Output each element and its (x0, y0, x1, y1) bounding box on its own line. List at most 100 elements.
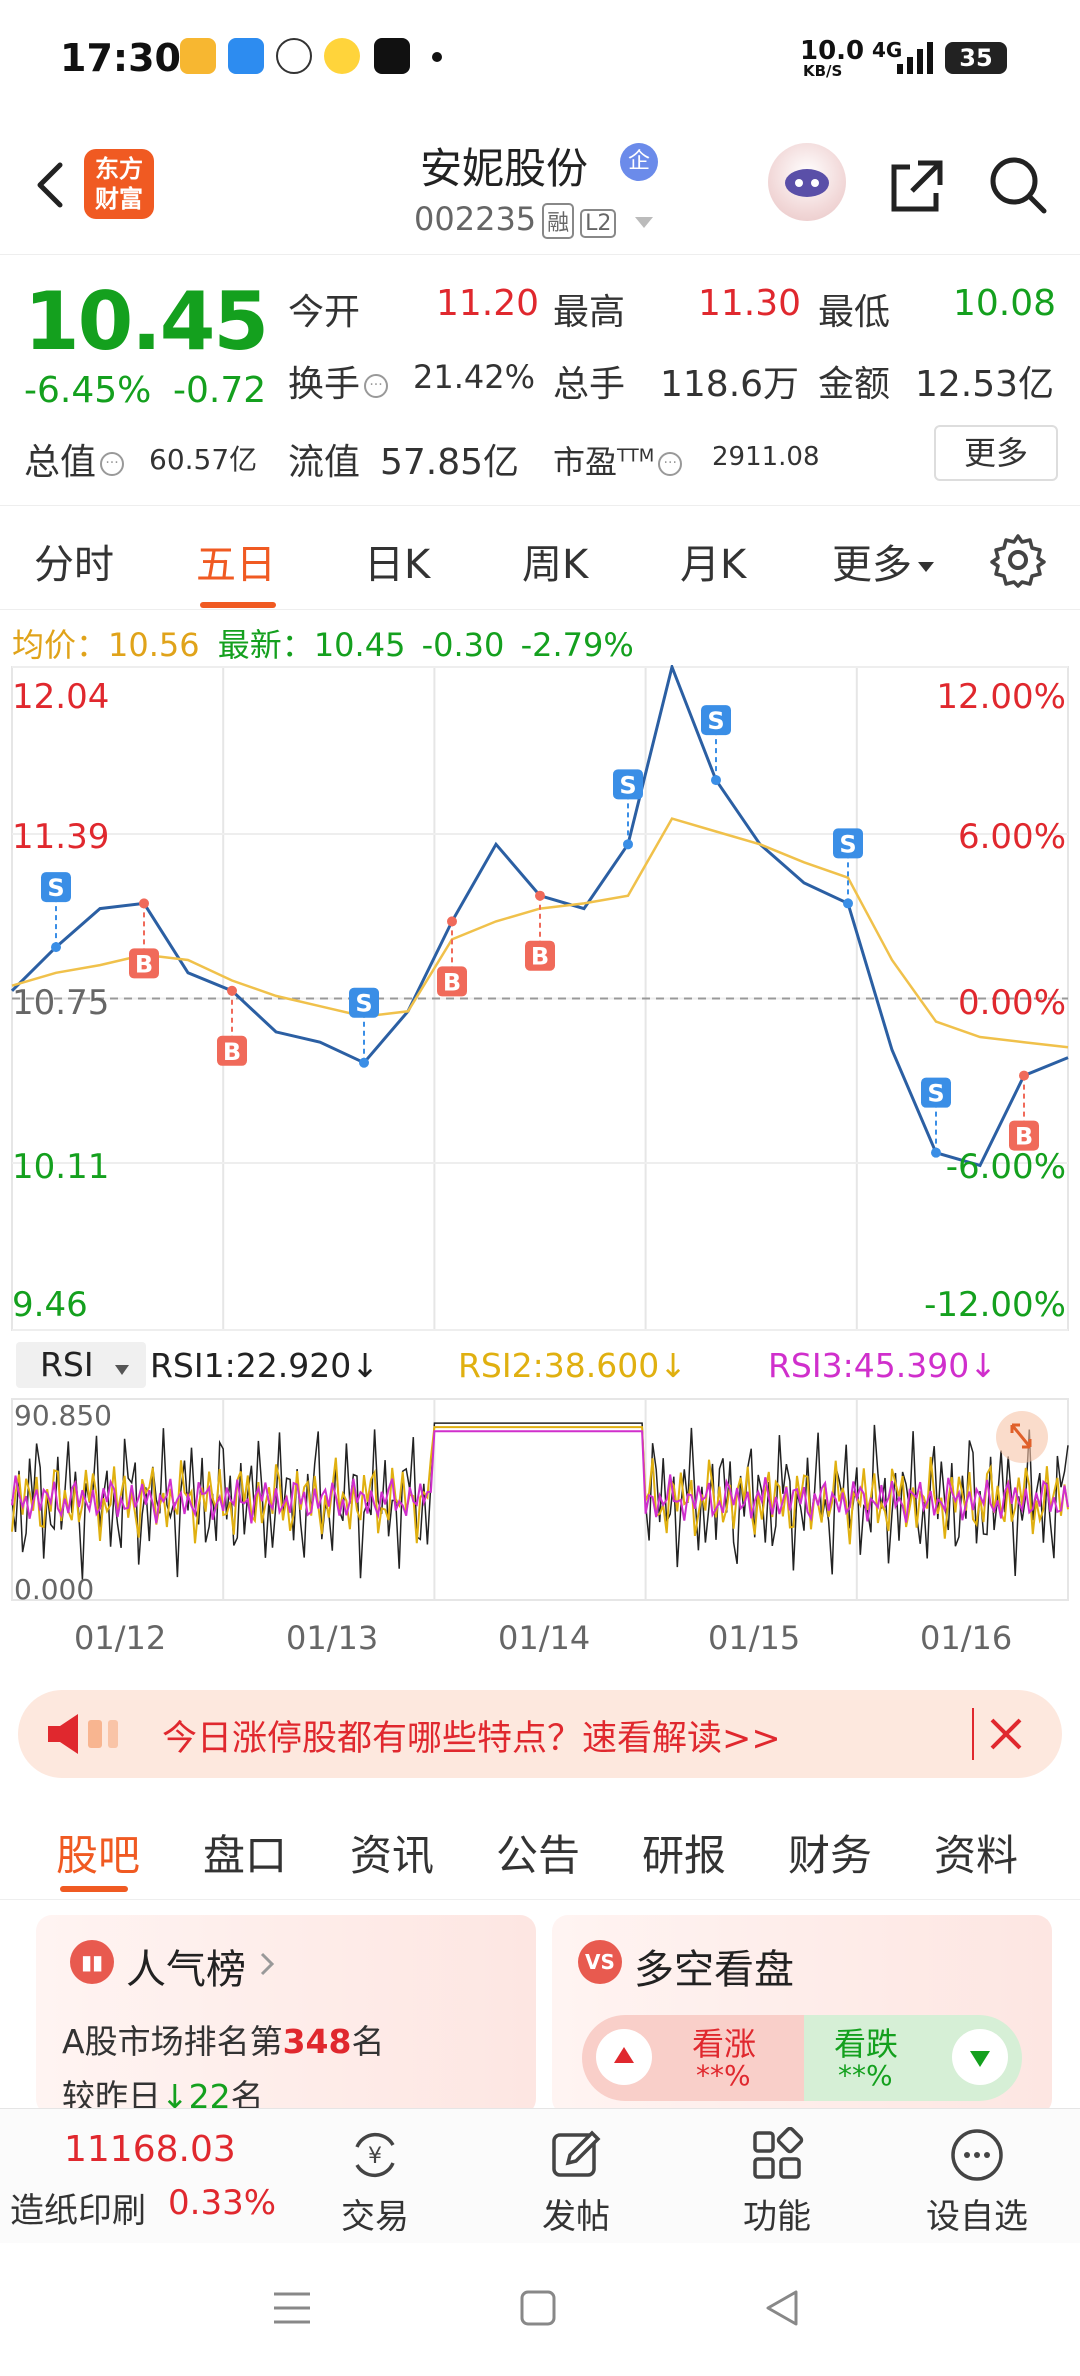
price-chart-svg: SBBSBBSSSSB (10, 662, 1069, 1331)
system-nav-bar (0, 2243, 1080, 2376)
tab-guba[interactable]: 股吧 (56, 1822, 140, 1883)
post-button[interactable]: 发帖 (516, 2127, 636, 2238)
back-icon[interactable] (22, 155, 82, 215)
add-watchlist-button[interactable]: 设自选 (917, 2127, 1037, 2238)
search-icon[interactable] (986, 153, 1050, 217)
qq-icon (276, 38, 312, 74)
settings-gear-icon[interactable] (990, 532, 1046, 588)
date-label: 01/13 (286, 1619, 379, 1657)
latest-label: 最新： (217, 626, 314, 664)
y-right-tick: 6.00% (957, 817, 1066, 857)
content-tabs: 股吧 盘口 资讯 公告 研报 财务 资料 (0, 1800, 1080, 1900)
app-notification-icon (228, 38, 264, 74)
news-banner[interactable]: 今日涨停股都有哪些特点？速看解读>> (18, 1690, 1062, 1778)
low-value: 10.08 (953, 283, 1057, 324)
stock-code-number: 002235 (414, 200, 537, 238)
expand-icon[interactable] (994, 1409, 1050, 1465)
vs-icon: VS (578, 1940, 622, 1984)
tab-weekly-k[interactable]: 周K (522, 532, 588, 590)
rsi-chart[interactable]: 90.850 0.000 (0, 1395, 1080, 1610)
rsi1-line (11, 1422, 1069, 1580)
vote-bar: 看涨 **% 看跌 **% (582, 2015, 1022, 2101)
trade-button[interactable]: ¥ 交易 (315, 2127, 435, 2238)
rsi2-value: RSI2:38.600↓ (458, 1346, 687, 1385)
mktcap-value: 60.57亿 (149, 443, 258, 476)
avg-label: 均价： (12, 626, 109, 664)
bull-bear-card[interactable]: VS 多空看盘 看涨 **% 看跌 **% (552, 1915, 1052, 2115)
rsi-top-label: 90.850 (14, 1399, 112, 1432)
current-price: 10.45 (24, 275, 269, 368)
marker-dot (51, 942, 61, 953)
tab-orderbook[interactable]: 盘口 (203, 1822, 287, 1883)
pe-ttm-sup: TTM (617, 445, 655, 467)
float-value: 57.85亿 (380, 442, 520, 483)
stock-code[interactable]: 002235 融 L2 (414, 200, 655, 239)
marker-label: S (839, 830, 856, 858)
tab-daily-k[interactable]: 日K (364, 532, 430, 590)
latest-change: -0.30 (421, 626, 505, 664)
rank-suffix: 名 (351, 2022, 385, 2061)
tab-financials[interactable]: 财务 (788, 1822, 872, 1883)
date-label: 01/15 (708, 1619, 801, 1657)
tab-more[interactable]: 更多 (832, 532, 936, 590)
y-right-tick: -12.00% (924, 1285, 1066, 1325)
rsi-chart-svg (11, 1398, 1069, 1601)
tab-intraday[interactable]: 分时 (34, 532, 114, 590)
ranking-icon: ▮▮ (70, 1940, 114, 1984)
app-logo[interactable]: 东方 财富 (84, 149, 154, 219)
sector-percent: 0.33% (168, 2183, 277, 2223)
function-button[interactable]: 功能 (717, 2127, 837, 2238)
five-day-chart[interactable]: SBBSBBSSSSB 12.04 11.39 10.75 10.11 9.46… (0, 662, 1080, 1335)
close-icon[interactable] (986, 1714, 1026, 1754)
marker-dot (535, 890, 545, 901)
turnover-label: 换手 ··· (288, 355, 389, 407)
sector-name: 造纸印刷 (10, 2191, 146, 2231)
marker-label: B (443, 968, 461, 996)
back-nav-icon[interactable] (762, 2288, 802, 2328)
change-percent: -6.45% (24, 370, 152, 411)
stock-header: 东方 财富 安妮股份 企 002235 融 L2 (0, 115, 1080, 255)
tab-more-label: 更多 (832, 542, 912, 588)
menu-icon[interactable] (270, 2288, 314, 2328)
bull-vote-button[interactable]: 看涨 **% (582, 2015, 804, 2101)
indicator-select[interactable]: RSI (16, 1342, 146, 1388)
quote-panel: 10.45 -6.45% -0.72 今开 11.20 最高 11.30 最低 … (0, 255, 1080, 505)
stock-name: 安妮股份 (420, 144, 589, 193)
dots-icon: ··· (658, 452, 683, 476)
tab-five-day[interactable]: 五日 (196, 532, 276, 590)
share-icon[interactable] (884, 153, 948, 217)
tab-research[interactable]: 研报 (642, 1822, 726, 1883)
marker-dot (843, 898, 853, 909)
tab-news[interactable]: 资讯 (350, 1822, 434, 1883)
home-icon[interactable] (518, 2288, 558, 2328)
high-value: 11.30 (698, 283, 802, 324)
trade-label: 交易 (341, 2197, 409, 2237)
active-tab-indicator (200, 602, 276, 608)
volume-value: 118.6万 (660, 364, 800, 405)
marker-dot (447, 916, 457, 927)
megaphone-icon (48, 1714, 118, 1754)
triangle-up-icon (596, 2029, 652, 2085)
marker-label: S (707, 707, 724, 735)
card-title: 人气榜 (126, 1947, 246, 1993)
marker-label: S (619, 771, 636, 799)
tab-monthly-k[interactable]: 月K (680, 532, 746, 590)
pe-label-text: 市盈 (553, 443, 618, 481)
tab-announcements[interactable]: 公告 (496, 1822, 580, 1883)
turnover-value: 21.42% (413, 358, 536, 396)
marker-dot (227, 985, 237, 996)
marker-dot (1019, 1070, 1029, 1081)
more-quote-button[interactable]: 更多 (934, 425, 1058, 481)
active-tab-indicator (60, 1886, 128, 1892)
bear-vote-button[interactable]: 看跌 **% (804, 2015, 1022, 2101)
assistant-avatar[interactable] (768, 143, 846, 221)
pe-label: 市盈TTM ··· (553, 437, 683, 483)
bottom-action-bar: 11168.03 造纸印刷 0.33% ¥ 交易 发帖 功能 设自选 (0, 2108, 1080, 2243)
mktcap-label-text: 总值 (24, 442, 97, 483)
y-left-tick: 10.11 (12, 1147, 110, 1187)
popularity-card[interactable]: ▮▮ 人气榜 A股市场排名第348名 较昨日↓22名 (36, 1915, 536, 2115)
avg-value: 10.56 (108, 626, 200, 664)
y-left-tick: 9.46 (12, 1285, 88, 1325)
tab-profile[interactable]: 资料 (934, 1822, 1018, 1883)
watchlist-label: 设自选 (926, 2197, 1028, 2237)
